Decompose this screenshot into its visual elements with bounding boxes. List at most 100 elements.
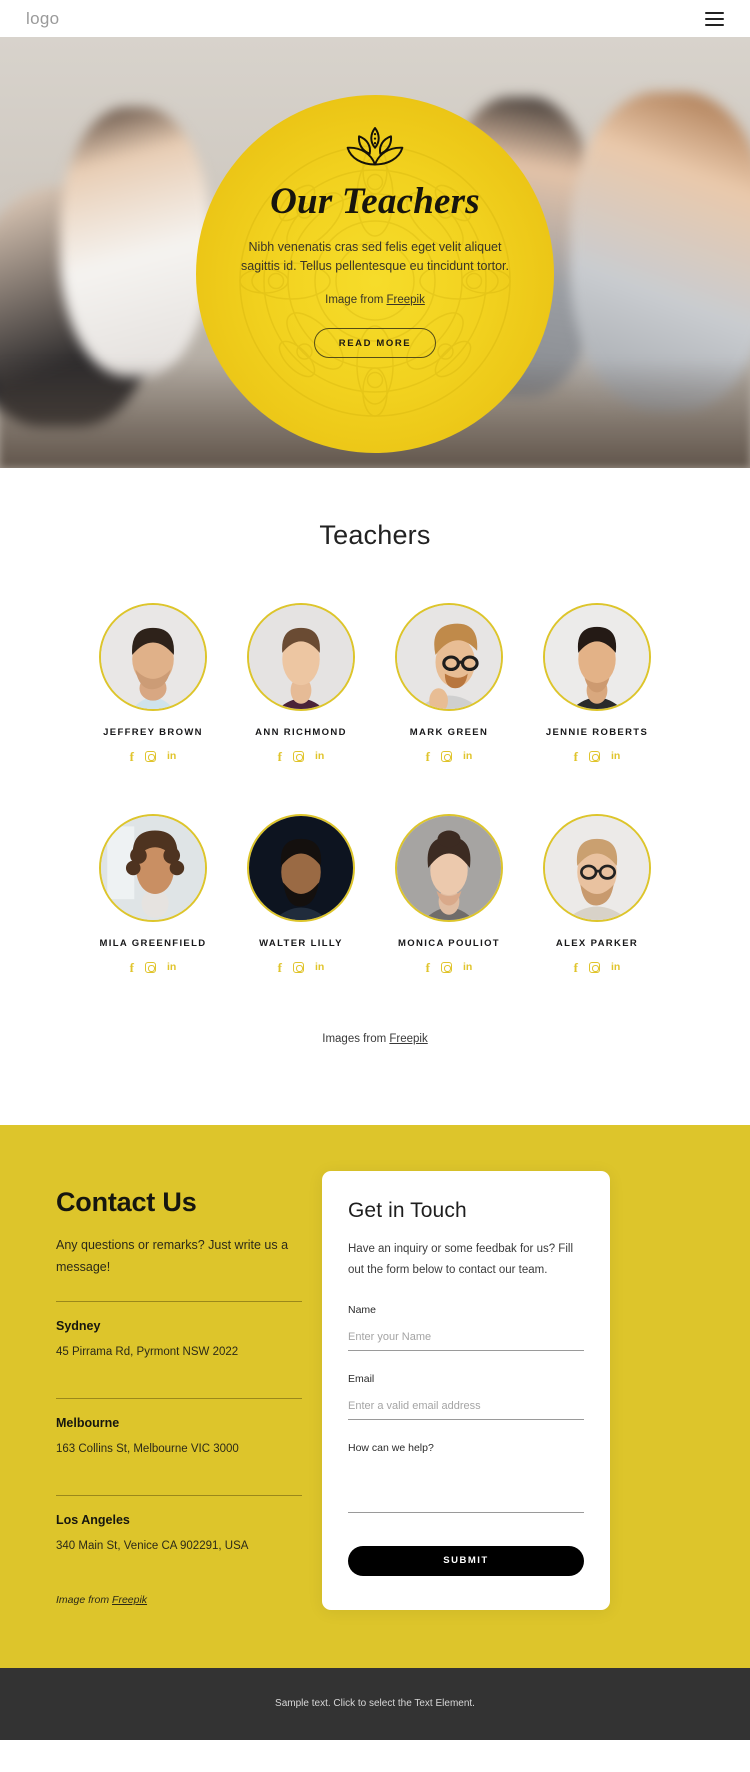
facebook-icon[interactable]: f [130,750,134,763]
hero-title: Our Teachers [270,181,480,222]
social-links: f in [426,961,473,974]
linkedin-icon[interactable]: in [167,962,176,973]
teacher-name: MONICA POULIOT [398,938,500,949]
avatar[interactable] [99,814,207,922]
linkedin-icon[interactable]: in [611,751,620,762]
linkedin-icon[interactable]: in [315,962,324,973]
logo[interactable]: logo [26,9,59,29]
teacher-name: WALTER LILLY [259,938,343,949]
submit-button[interactable]: SUBMIT [348,1545,584,1576]
hero-section: Our Teachers Nibh venenatis cras sed fel… [0,37,750,468]
teacher-photo-mark-green [397,605,501,709]
facebook-icon[interactable]: f [278,750,282,763]
instagram-icon[interactable] [441,751,452,762]
contact-credit-prefix: Image from [56,1593,113,1606]
facebook-icon[interactable]: f [426,750,430,763]
lotus-flower-icon [346,127,404,166]
linkedin-icon[interactable]: in [463,962,472,973]
linkedin-icon[interactable]: in [167,751,176,762]
teachers-credit-link[interactable]: Freepik [389,1033,427,1045]
form-heading: Get in Touch [348,1199,467,1222]
linkedin-icon[interactable]: in [463,751,472,762]
social-links: f in [278,750,325,763]
linkedin-icon[interactable]: in [611,962,620,973]
avatar[interactable] [99,603,207,711]
contact-image-credit: Image from Freepik [56,1594,302,1606]
instagram-icon[interactable] [145,962,156,973]
message-textarea[interactable] [348,1464,584,1513]
facebook-icon[interactable]: f [574,961,578,974]
hero-person-2 [60,107,210,377]
teacher-card[interactable]: ALEX PARKER f in [523,814,671,974]
read-more-button[interactable]: READ MORE [314,328,436,359]
contact-credit-link[interactable]: Freepik [112,1594,147,1606]
teachers-heading: Teachers [319,520,431,550]
teacher-name: MILA GREENFIELD [99,938,207,949]
site-header: logo [0,0,750,37]
office-block: Los Angeles 340 Main St, Venice CA 90229… [56,1494,302,1570]
teachers-images-credit: Images from Freepik [0,1025,750,1091]
teacher-name: ANN RICHMOND [255,727,347,738]
hamburger-menu-icon[interactable] [705,11,724,26]
contact-info: Contact Us Any questions or remarks? Jus… [0,1171,312,1610]
teachers-credit-prefix: Images from [322,1033,390,1045]
hero-credit-link[interactable]: Freepik [387,294,425,306]
avatar[interactable] [543,814,651,922]
office-city: Sydney [56,1318,101,1333]
facebook-icon[interactable]: f [278,961,282,974]
form-description: Have an inquiry or some feedbak for us? … [348,1243,573,1277]
email-input[interactable] [348,1399,584,1420]
social-links: f in [574,750,621,763]
instagram-icon[interactable] [589,751,600,762]
divider [56,1494,302,1496]
avatar[interactable] [395,603,503,711]
social-links: f in [426,750,473,763]
facebook-icon[interactable]: f [426,961,430,974]
teacher-card[interactable]: MONICA POULIOT f in [375,814,523,974]
footer-text[interactable]: Sample text. Click to select the Text El… [275,1698,475,1709]
teachers-section: Teachers JEFFREY BROWN f in ANN RICHMOND… [0,468,750,1125]
email-label: Email [348,1372,375,1385]
teacher-card[interactable]: JENNIE ROBERTS f in [523,603,671,763]
teacher-photo-ann-richmond [249,605,353,709]
office-city: Los Angeles [56,1512,130,1527]
burger-line [705,11,724,14]
social-links: f in [574,961,621,974]
office-address: 163 Collins St, Melbourne VIC 3000 [56,1442,239,1455]
teacher-name: JEFFREY BROWN [103,727,203,738]
office-block: Melbourne 163 Collins St, Melbourne VIC … [56,1397,302,1473]
avatar[interactable] [247,814,355,922]
name-input[interactable] [348,1330,584,1351]
teacher-card[interactable]: JEFFREY BROWN f in [79,603,227,763]
instagram-icon[interactable] [145,751,156,762]
avatar[interactable] [543,603,651,711]
burger-line [705,23,724,26]
hero-paragraph: Nibh venenatis cras sed felis eget velit… [241,239,509,273]
office-address: 340 Main St, Venice CA 902291, USA [56,1539,249,1552]
facebook-icon[interactable]: f [574,750,578,763]
instagram-icon[interactable] [293,751,304,762]
message-field-group: How can we help? [348,1442,584,1518]
teacher-card[interactable]: MARK GREEN f in [375,603,523,763]
teachers-grid: JEFFREY BROWN f in ANN RICHMOND f in MAR… [0,603,750,1025]
name-label: Name [348,1303,377,1316]
teacher-card[interactable]: WALTER LILLY f in [227,814,375,974]
name-field-group: Name [348,1304,584,1351]
social-links: f in [278,961,325,974]
avatar[interactable] [247,603,355,711]
office-address: 45 Pirrama Rd, Pyrmont NSW 2022 [56,1345,239,1358]
teacher-name: ALEX PARKER [555,938,639,949]
instagram-icon[interactable] [441,962,452,973]
site-footer: Sample text. Click to select the Text El… [0,1667,750,1740]
divider [56,1397,302,1399]
facebook-icon[interactable]: f [130,961,134,974]
teacher-card[interactable]: MILA GREENFIELD f in [79,814,227,974]
instagram-icon[interactable] [589,962,600,973]
office-block: Sydney 45 Pirrama Rd, Pyrmont NSW 2022 [56,1300,302,1376]
teacher-card[interactable]: ANN RICHMOND f in [227,603,375,763]
linkedin-icon[interactable]: in [315,751,324,762]
instagram-icon[interactable] [293,962,304,973]
contact-heading: Contact Us [56,1187,197,1217]
social-links: f in [130,750,177,763]
avatar[interactable] [395,814,503,922]
